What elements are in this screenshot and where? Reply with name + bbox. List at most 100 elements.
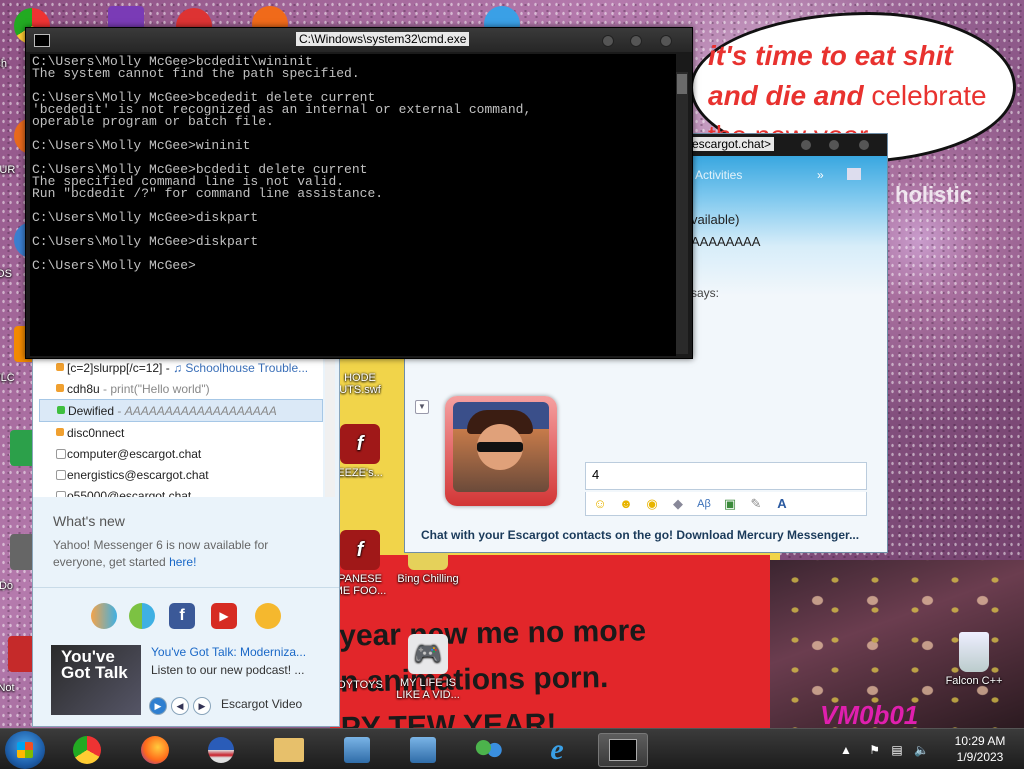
- close-button[interactable]: [660, 35, 672, 47]
- taskbar-vm-button-2[interactable]: [398, 733, 448, 767]
- wallpaper-holistic-text: holistic: [895, 182, 973, 207]
- font-icon[interactable]: A: [774, 496, 790, 512]
- taskbar-vm-button-1[interactable]: [332, 733, 382, 767]
- console-line: The system cannot find the path specifie…: [32, 66, 360, 81]
- voice-clip-icon[interactable]: ◆: [670, 496, 686, 512]
- recycle-bin-icon: [959, 632, 989, 672]
- escargot-icon[interactable]: [129, 603, 155, 629]
- system-tray: ▲ ⚑ ▤ 🔈: [840, 743, 929, 757]
- contact-row-selected[interactable]: Dewified - AAAAAAAAAAAAAAAAAAA: [39, 399, 323, 422]
- background-icon[interactable]: ▣: [722, 496, 738, 512]
- contact-row[interactable]: cdh8u - print("Hello world"): [33, 378, 323, 399]
- cmd-window: C:\Windows\system32\cmd.exe C:\Users\Mol…: [25, 27, 693, 359]
- previous-icon[interactable]: ◀: [171, 697, 189, 715]
- get-started-link[interactable]: here!: [169, 555, 196, 569]
- volume-icon[interactable]: 🔈: [914, 743, 929, 757]
- desktop-icon-falcon[interactable]: Falcon C++: [934, 632, 1014, 687]
- desktop-icon-oytoys-label: OYTOYS: [337, 679, 383, 691]
- status-offline-icon: [56, 470, 66, 480]
- maximize-button[interactable]: [630, 35, 642, 47]
- contact-personal-message: AAAAAAAA: [691, 234, 761, 249]
- contact-row[interactable]: energistics@escargot.chat: [33, 464, 323, 485]
- desktop-icon-falcon-label: Falcon C++: [945, 675, 1003, 687]
- taskbar-obama-button[interactable]: [196, 733, 246, 767]
- contact-row[interactable]: computer@escargot.chat: [33, 443, 323, 464]
- emoticon-icon[interactable]: ☺: [592, 496, 608, 512]
- desktop-icon-my-life-label: MY LIFE IS LIKE A VID...: [396, 677, 460, 701]
- console-output[interactable]: C:\Users\Molly McGee>bcdedit\wininit The …: [30, 54, 676, 356]
- start-button[interactable]: [5, 731, 45, 769]
- console-line: C:\Users\Molly McGee>diskpart: [32, 210, 259, 225]
- messenger-contact-window: [c=2]slurpp[/c=12] - ♫ Schoolhouse Troub…: [32, 350, 340, 727]
- message-toolbar: ☺ ☻ ◉ ◆ Aβ ▣ ✎ A: [585, 492, 867, 516]
- collapse-icon[interactable]: ▼: [415, 400, 429, 414]
- status-busy-icon: [56, 363, 64, 371]
- taskbar-firefox-button[interactable]: [130, 733, 180, 767]
- status-busy-icon: [56, 384, 64, 392]
- youtube-icon[interactable]: ▶: [211, 603, 237, 629]
- messenger-butterfly-icon[interactable]: [91, 603, 117, 629]
- flash-icon: f: [340, 424, 380, 464]
- contact-row[interactable]: o55000@escargot.chat: [33, 485, 323, 497]
- next-icon[interactable]: ▶: [193, 697, 211, 715]
- wink-icon[interactable]: ☻: [618, 496, 634, 512]
- desktop-icon-japanese-label: PANESE ME FOO...: [333, 573, 387, 597]
- taskbar-messenger-button[interactable]: [464, 733, 514, 767]
- podcast-promo-description: Listen to our new podcast! ...: [151, 663, 305, 677]
- mercury-promo[interactable]: Chat with your Escargot contacts on the …: [421, 528, 859, 542]
- computer-network-icon: [410, 737, 436, 763]
- console-line: operable program or batch file.: [32, 114, 274, 129]
- activities-menu[interactable]: Activities: [695, 168, 742, 182]
- console-scrollbar[interactable]: [676, 72, 688, 354]
- cmd-titlebar[interactable]: C:\Windows\system32\cmd.exe: [26, 28, 692, 52]
- desktop-icon-my-life[interactable]: 🎮 MY LIFE IS LIKE A VID...: [388, 634, 468, 701]
- taskbar-explorer-button[interactable]: [264, 733, 314, 767]
- play-icon[interactable]: ▶: [149, 697, 167, 715]
- file-icon: [340, 636, 380, 676]
- gamepad-icon: 🎮: [408, 634, 448, 674]
- escargot-video-label: Escargot Video: [221, 697, 303, 711]
- speech-line-1: it's time to eat shit: [708, 40, 953, 71]
- taskbar-ie-button[interactable]: e: [532, 733, 582, 767]
- desktop-icon-bing-chilling-label: Bing Chilling: [397, 573, 459, 585]
- show-hidden-icons-icon[interactable]: ▲: [840, 743, 852, 757]
- contact-row[interactable]: disc0nnect: [33, 422, 323, 443]
- podcast-promo-image[interactable]: You've Got Talk: [51, 645, 141, 715]
- font-style-icon[interactable]: Aβ: [696, 496, 712, 512]
- contact-list: [c=2]slurpp[/c=12] - ♫ Schoolhouse Troub…: [33, 357, 323, 497]
- speech-line-2: and die and celebrate: [708, 80, 987, 111]
- status-offline-icon: [56, 449, 66, 459]
- facebook-icon[interactable]: f: [169, 603, 195, 629]
- clock-time: 10:29 AM: [954, 734, 1006, 748]
- minimize-button[interactable]: [801, 140, 811, 150]
- podcast-promo-title[interactable]: You've Got Talk: Moderniza...: [151, 645, 306, 659]
- sun-icon[interactable]: [255, 603, 281, 629]
- status-online-icon: [57, 406, 65, 414]
- taskbar-chrome-button[interactable]: [62, 733, 112, 767]
- maximize-button[interactable]: [829, 140, 839, 150]
- minimize-button[interactable]: [602, 35, 614, 47]
- conversation-says: says:: [691, 286, 720, 300]
- cmd-title: C:\Windows\system32\cmd.exe: [296, 32, 470, 46]
- flag-icon[interactable]: ⚑: [869, 743, 880, 757]
- menu-icon[interactable]: [847, 168, 861, 180]
- obama-logo-icon: [208, 737, 234, 763]
- desktop-icon-label-not: Not: [0, 682, 15, 694]
- handwriting-icon[interactable]: ✎: [748, 496, 764, 512]
- folder-icon: [274, 738, 304, 762]
- taskbar-cmd-button[interactable]: [598, 733, 648, 767]
- message-input[interactable]: 4: [585, 462, 867, 490]
- desktop-icon-label-do: Do: [0, 580, 14, 592]
- close-button[interactable]: [859, 140, 869, 150]
- messenger-icon: [475, 738, 503, 762]
- status-offline-icon: [56, 491, 66, 497]
- more-chevron-icon[interactable]: »: [817, 168, 824, 182]
- vm-label: VM0b01: [820, 700, 919, 728]
- network-icon[interactable]: ▤: [891, 743, 902, 757]
- nudge-icon[interactable]: ◉: [644, 496, 660, 512]
- contact-row[interactable]: [c=2]slurpp[/c=12] - ♫ Schoolhouse Troub…: [33, 357, 323, 378]
- cmd-icon[interactable]: [34, 34, 50, 47]
- console-scroll-thumb[interactable]: [677, 74, 687, 94]
- clock[interactable]: 10:29 AM 1/9/2023: [945, 733, 1015, 765]
- contact-list-scrollbar[interactable]: [325, 357, 335, 497]
